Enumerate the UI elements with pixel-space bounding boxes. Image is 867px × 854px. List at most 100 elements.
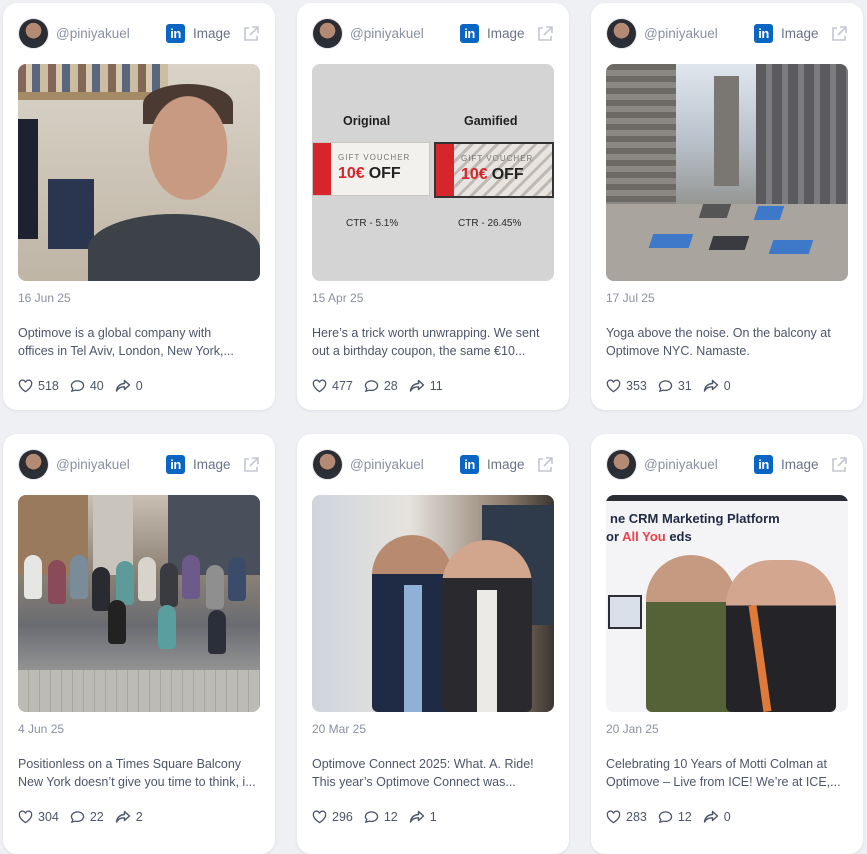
image-banner-highlight: All You <box>622 529 666 544</box>
avatar <box>313 19 342 48</box>
post-description-line: Optimove – Live from ICE! We’re at ICE,.… <box>606 775 841 789</box>
post-type-label: Image <box>781 457 819 472</box>
post-description-line: New York doesn’t give you time to think,… <box>18 775 256 789</box>
post-image[interactable] <box>18 495 260 712</box>
post-card[interactable]: @piniyakuel in Image 4 Jun 25 Positionle… <box>3 434 275 854</box>
voucher-off: OFF <box>491 166 524 183</box>
comment-count: 28 <box>383 379 398 393</box>
post-image[interactable]: ne CRM Marketing Platform or All You eds <box>606 495 848 712</box>
share-count: 0 <box>135 379 143 393</box>
share-icon <box>115 379 130 392</box>
comment-icon <box>70 811 85 824</box>
post-description-line: Here’s a trick worth unwrapping. We sent <box>312 326 540 340</box>
avatar <box>19 19 48 48</box>
post-card[interactable]: @piniyakuel in Image 17 Jul 25 Yoga abov… <box>591 3 863 410</box>
post-description: Yoga above the noise. On the balcony at … <box>606 324 851 360</box>
voucher-heading: GIFT VOUCHER <box>461 154 534 163</box>
image-title-original: Original <box>343 114 391 128</box>
author-handle: @piniyakuel <box>56 457 130 472</box>
heart-icon <box>606 379 621 393</box>
post-stats: 283 12 0 <box>606 810 742 824</box>
post-card[interactable]: @piniyakuel in Image ne CRM Marketing Pl… <box>591 434 863 854</box>
share-icon <box>703 810 718 823</box>
like-count: 477 <box>332 379 353 393</box>
comment-count: 12 <box>677 810 692 824</box>
author-handle: @piniyakuel <box>644 26 718 41</box>
post-type-label: Image <box>193 26 231 41</box>
post-description: Here’s a trick worth unwrapping. We sent… <box>312 324 557 360</box>
heart-icon <box>312 379 327 393</box>
post-date: 20 Jan 25 <box>606 722 659 736</box>
external-link-icon[interactable] <box>536 25 554 43</box>
image-banner-text: eds <box>665 529 692 544</box>
comment-icon <box>364 811 379 824</box>
linkedin-icon: in <box>460 455 479 474</box>
like-count: 518 <box>38 379 59 393</box>
post-image[interactable] <box>18 64 260 281</box>
linkedin-icon: in <box>460 24 479 43</box>
share-count: 0 <box>723 810 731 824</box>
heart-icon <box>18 379 33 393</box>
post-description-line: This year’s Optimove Connect was... <box>312 775 516 789</box>
comment-icon <box>364 380 379 393</box>
post-type-label: Image <box>487 26 525 41</box>
post-image[interactable] <box>312 495 554 712</box>
ctr-gamified: CTR - 26.45% <box>458 218 522 229</box>
post-card[interactable]: @piniyakuel in Image 16 Jun 25 Optimove … <box>3 3 275 410</box>
linkedin-icon: in <box>754 455 773 474</box>
post-date: 4 Jun 25 <box>18 722 65 736</box>
voucher-off: OFF <box>368 165 401 182</box>
post-description-line: Optimove Connect 2025: What. A. Ride! <box>312 757 534 771</box>
like-count: 283 <box>626 810 647 824</box>
image-banner-text: or <box>606 529 623 544</box>
external-link-icon[interactable] <box>830 456 848 474</box>
image-title-gamified: Gamified <box>464 114 518 128</box>
comment-icon <box>70 380 85 393</box>
share-icon <box>115 810 130 823</box>
post-stats: 296 12 1 <box>312 810 448 824</box>
author-handle: @piniyakuel <box>350 26 424 41</box>
post-description: Optimove Connect 2025: What. A. Ride! Th… <box>312 755 557 791</box>
image-banner-text: ne CRM Marketing Platform <box>610 511 780 526</box>
external-link-icon[interactable] <box>830 25 848 43</box>
voucher-gamified: GIFT VOUCHER 10€ OFF <box>434 142 554 198</box>
author-handle: @piniyakuel <box>350 457 424 472</box>
avatar <box>607 450 636 479</box>
share-count: 11 <box>429 379 443 393</box>
post-type-label: Image <box>487 457 525 472</box>
avatar <box>607 19 636 48</box>
avatar <box>313 450 342 479</box>
comment-count: 12 <box>383 810 398 824</box>
linkedin-icon: in <box>166 455 185 474</box>
comment-icon <box>658 811 673 824</box>
share-icon <box>409 810 424 823</box>
post-card[interactable]: @piniyakuel in Image Original Gamified G… <box>297 3 569 410</box>
external-link-icon[interactable] <box>242 456 260 474</box>
post-date: 16 Jun 25 <box>18 291 71 305</box>
post-stats: 518 40 0 <box>18 379 154 393</box>
post-description: Celebrating 10 Years of Motti Colman at … <box>606 755 851 791</box>
comment-count: 22 <box>89 810 104 824</box>
share-count: 2 <box>135 810 143 824</box>
post-date: 20 Mar 25 <box>312 722 367 736</box>
external-link-icon[interactable] <box>242 25 260 43</box>
post-stats: 353 31 0 <box>606 379 742 393</box>
heart-icon <box>18 810 33 824</box>
avatar <box>19 450 48 479</box>
post-date: 17 Jul 25 <box>606 291 655 305</box>
post-image[interactable]: Original Gamified GIFT VOUCHER 10€ OFF GI… <box>312 64 554 281</box>
post-description-line: Optimove is a global company with <box>18 326 212 340</box>
linkedin-icon: in <box>166 24 185 43</box>
post-type-label: Image <box>781 26 819 41</box>
external-link-icon[interactable] <box>536 456 554 474</box>
heart-icon <box>606 810 621 824</box>
like-count: 296 <box>332 810 353 824</box>
voucher-heading: GIFT VOUCHER <box>338 153 411 162</box>
post-description-line: Yoga above the noise. On the balcony at <box>606 326 831 340</box>
post-description-line: Optimove NYC. Namaste. <box>606 344 750 358</box>
post-description: Positionless on a Times Square Balcony N… <box>18 755 263 791</box>
share-count: 1 <box>429 810 437 824</box>
post-description-line: offices in Tel Aviv, London, New York,..… <box>18 344 234 358</box>
post-card[interactable]: @piniyakuel in Image 20 Mar 25 Optimove … <box>297 434 569 854</box>
post-image[interactable] <box>606 64 848 281</box>
